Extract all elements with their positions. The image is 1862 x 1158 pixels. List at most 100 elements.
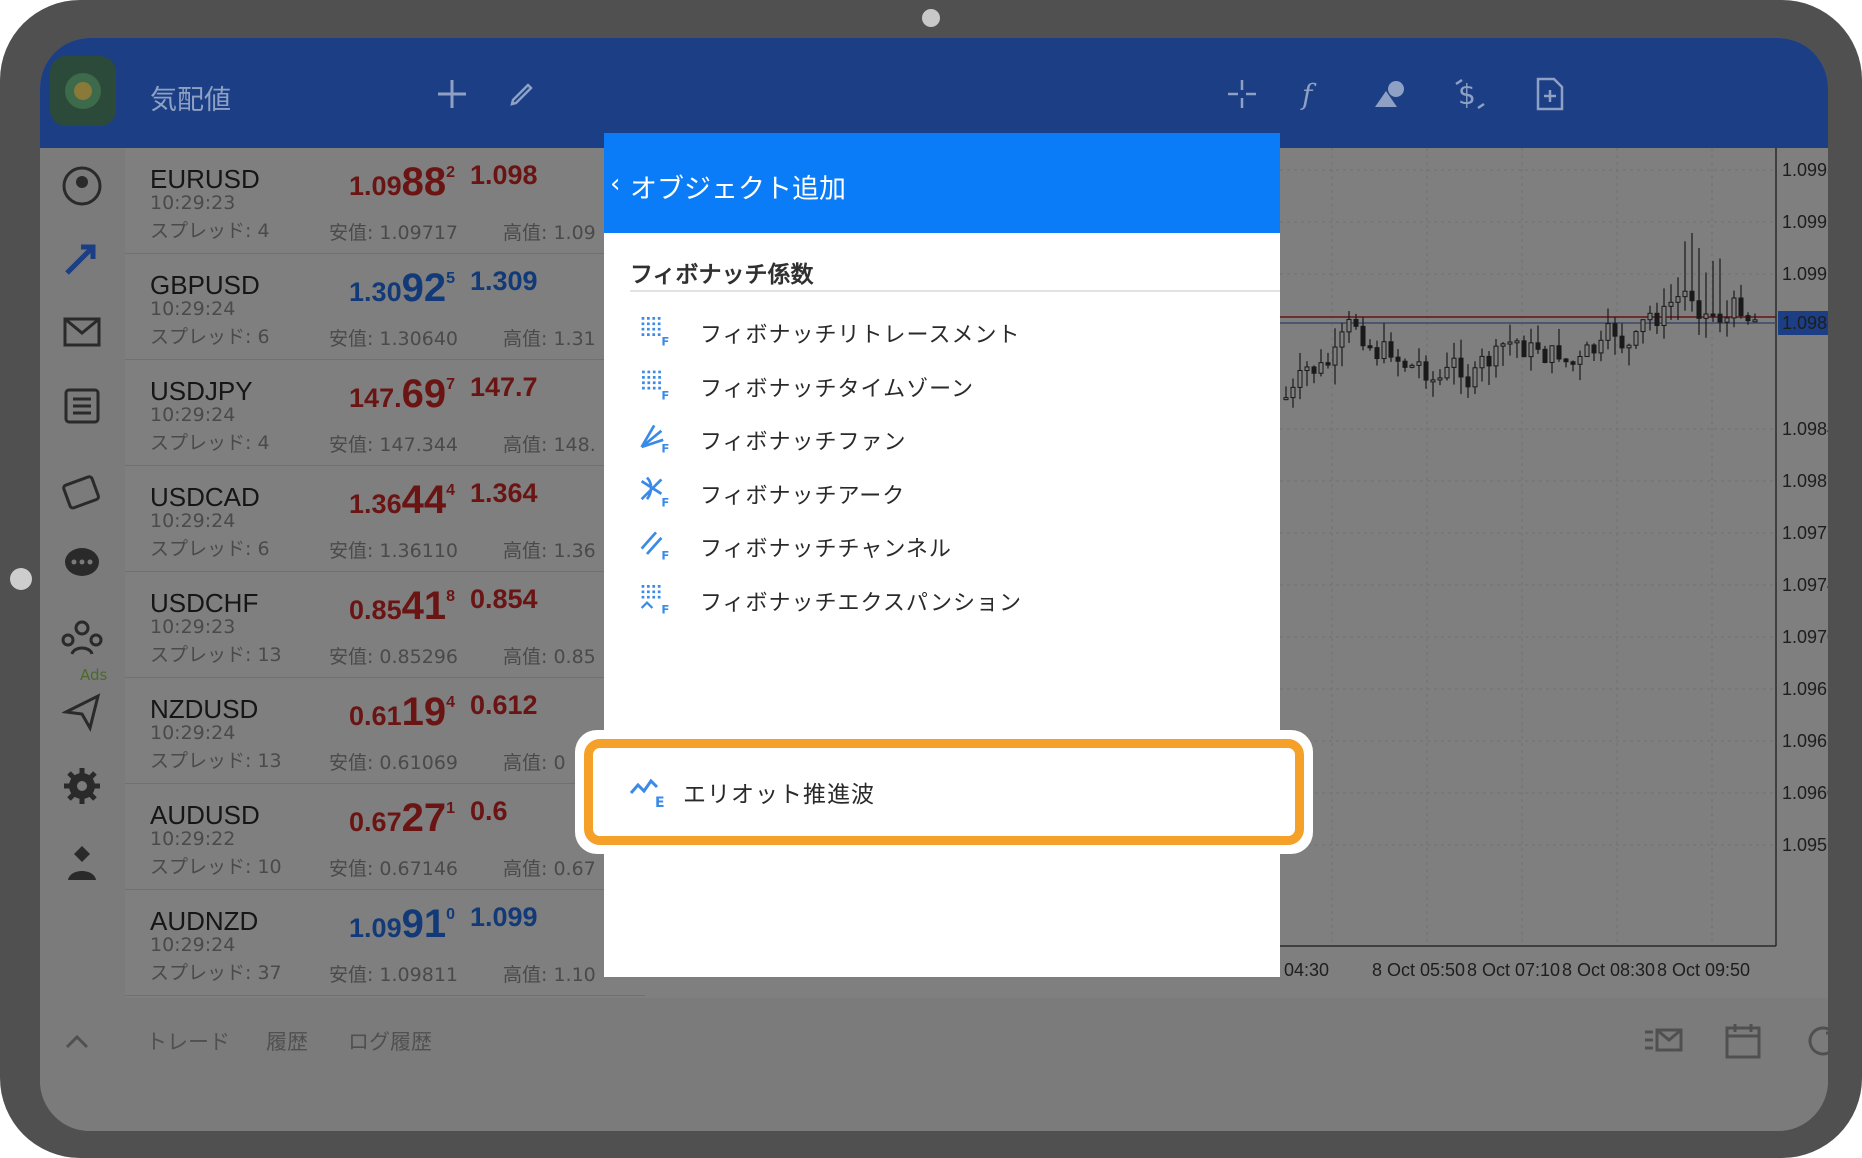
table-row[interactable]: EURUSD 10:29:23 スプレッド: 4 1.09882 1.098 安值: 1.… <box>125 148 645 254</box>
ads-icon[interactable] <box>58 468 106 516</box>
chevron-left-icon[interactable]: ‹ <box>610 169 620 199</box>
bid-price-base: 1.36 <box>349 489 402 519</box>
new-document-icon[interactable] <box>1530 74 1570 114</box>
ask-price-base: 1.364 <box>470 478 538 508</box>
table-row[interactable]: GBPUSD 10:29:24 スプレッド: 6 1.30925 1.309 安值: 1.… <box>125 254 645 360</box>
menu-item-elliott-impulse[interactable]: E エリオット推進波 <box>584 739 1304 845</box>
high-price: 高值: 0.67 <box>503 858 596 880</box>
mail-icon[interactable] <box>58 308 106 356</box>
tab-history[interactable]: 履歴 <box>266 1026 308 1056</box>
bid-price-sup: 7 <box>446 376 455 393</box>
ask-price: 1.098 <box>470 160 538 191</box>
menu-item-fibonacci-time-zones[interactable]: F フィボナッチタイムゾーン <box>630 359 1270 413</box>
candle-body <box>1507 341 1513 345</box>
symbol-label: EURUSD <box>150 164 260 194</box>
menu-item-fibonacci-retracement[interactable]: F フィボナッチリトレースメント <box>630 305 1270 359</box>
svg-text:F: F <box>661 388 669 402</box>
ask-price-base: 0.612 <box>470 690 538 720</box>
menu-item-label: フィボナッチファン <box>700 430 907 456</box>
price-chart[interactable]: 1.09985 1.09950 1.09915 1.09882 1.09845 1.098… <box>1280 148 1828 1018</box>
menu-item-fibonacci-fan[interactable]: F フィボナッチファン <box>630 412 1270 466</box>
chevron-up-icon[interactable] <box>54 1018 100 1064</box>
candle-body <box>1591 344 1597 354</box>
candle-body <box>1626 344 1632 349</box>
pencil-icon[interactable] <box>502 74 542 114</box>
function-icon[interactable]: f <box>1290 74 1330 114</box>
mail-list-icon[interactable] <box>1640 1018 1686 1064</box>
bid-price: 1.09910 <box>275 902 455 947</box>
low-price: 安值: 0.61069 <box>328 752 458 774</box>
candle-body <box>1416 361 1422 366</box>
table-row[interactable]: USDCHF 10:29:23 スプレッド: 13 0.85418 0.854 安值: 0… <box>125 572 645 678</box>
add-icon[interactable] <box>432 74 472 114</box>
community-icon[interactable] <box>58 614 106 662</box>
bid-price-sup: 8 <box>446 588 455 605</box>
ask-price-base: 1.309 <box>470 266 538 296</box>
bid-price: 1.36444 <box>275 478 455 523</box>
bid-price-big: 92 <box>401 266 447 310</box>
refresh-icon[interactable] <box>1800 1018 1828 1064</box>
bid-price-base: 1.09 <box>349 171 402 201</box>
trade-arrows-icon[interactable] <box>58 234 106 282</box>
app-logo-icon[interactable] <box>50 56 116 126</box>
candle-body <box>1458 357 1464 378</box>
candle-body <box>1556 345 1562 360</box>
svg-text:f: f <box>1300 78 1317 111</box>
table-row[interactable]: AUDNZD 10:29:24 スプレッド: 37 1.09910 1.099 安值: 1… <box>125 890 645 996</box>
bid-price: 0.85418 <box>275 584 455 629</box>
quote-time: 10:29:24 <box>150 298 236 320</box>
menu-item-fibonacci-channel[interactable]: F フィボナッチチャンネル <box>630 519 1270 573</box>
candle-body <box>1752 319 1758 323</box>
chart-canvas[interactable]: 1.09985 1.09950 1.09915 1.09882 1.09845 1.098… <box>1280 148 1828 1018</box>
price-axis-label: 1.09950 <box>1782 212 1828 232</box>
profile-icon[interactable] <box>58 838 106 886</box>
bid-price-big: 91 <box>401 902 447 946</box>
top-bar: 気配値 f $ <box>40 38 1828 148</box>
tab-log-history[interactable]: ログ履歴 <box>348 1026 432 1056</box>
candle-body <box>1528 342 1534 358</box>
candle-body <box>1710 313 1716 317</box>
candle-body <box>1577 355 1583 365</box>
candle-body <box>1430 379 1436 383</box>
symbol-label: USDJPY <box>150 376 253 406</box>
quote-time: 10:29:24 <box>150 934 236 956</box>
app-title: 気配値 <box>150 85 231 116</box>
gear-icon[interactable] <box>58 762 106 810</box>
ask-price: 1.099 <box>470 902 538 933</box>
menu-item-fibonacci-expansion[interactable]: F フィボナッチエクスパンション <box>630 573 1270 627</box>
candle-body <box>1409 364 1415 368</box>
watchlist: EURUSD 10:29:23 スプレッド: 4 1.09882 1.098 安值: 1.… <box>125 148 645 1018</box>
quotes-icon[interactable] <box>58 162 106 210</box>
sidebar: Ads <box>40 148 125 1018</box>
chat-icon[interactable] <box>58 540 106 588</box>
candle-body <box>1598 339 1604 354</box>
menu-item-label: フィボナッチタイムゾーン <box>700 376 975 402</box>
tab-trade[interactable]: トレード <box>146 1026 230 1056</box>
bid-price-sup: 5 <box>446 270 455 287</box>
dollar-trade-icon[interactable]: $ <box>1450 74 1490 114</box>
menu-item-fibonacci-arc[interactable]: F フィボナッチアーク <box>630 466 1270 520</box>
table-row[interactable]: NZDUSD 10:29:24 スプレッド: 13 0.61194 0.612 安值: 0… <box>125 678 645 784</box>
bottom-bar: トレード 履歴 ログ履歴 <box>40 998 1828 1131</box>
quote-time: 10:29:24 <box>150 510 236 532</box>
table-row[interactable]: AUDUSD 10:29:22 スプレッド: 10 0.67271 0.6 安值: 0.6… <box>125 784 645 890</box>
candle-body <box>1297 370 1303 388</box>
dialog-header: ‹ オブジェクト追加 <box>604 133 1280 233</box>
candle-body <box>1325 362 1331 366</box>
candle-body <box>1479 355 1485 369</box>
candle-body <box>1444 366 1450 379</box>
candle-body <box>1311 366 1317 374</box>
candle-body <box>1640 319 1646 333</box>
send-icon[interactable] <box>58 688 106 736</box>
crosshair-icon[interactable] <box>1222 74 1262 114</box>
dialog-title[interactable]: オブジェクト追加 <box>630 167 846 206</box>
news-icon[interactable] <box>58 382 106 430</box>
shapes-icon[interactable] <box>1370 74 1410 114</box>
table-row[interactable]: USDJPY 10:29:24 スプレッド: 4 147.697 147.7 安值: 14… <box>125 360 645 466</box>
table-row[interactable]: USDCAD 10:29:24 スプレッド: 6 1.36444 1.364 安值: 1.… <box>125 466 645 572</box>
calendar-icon[interactable] <box>1720 1018 1766 1064</box>
bid-price-base: 0.61 <box>349 701 402 731</box>
svg-text:F: F <box>661 549 669 563</box>
bid-price-sup: 0 <box>446 906 455 923</box>
bid-price-big: 41 <box>401 584 447 628</box>
